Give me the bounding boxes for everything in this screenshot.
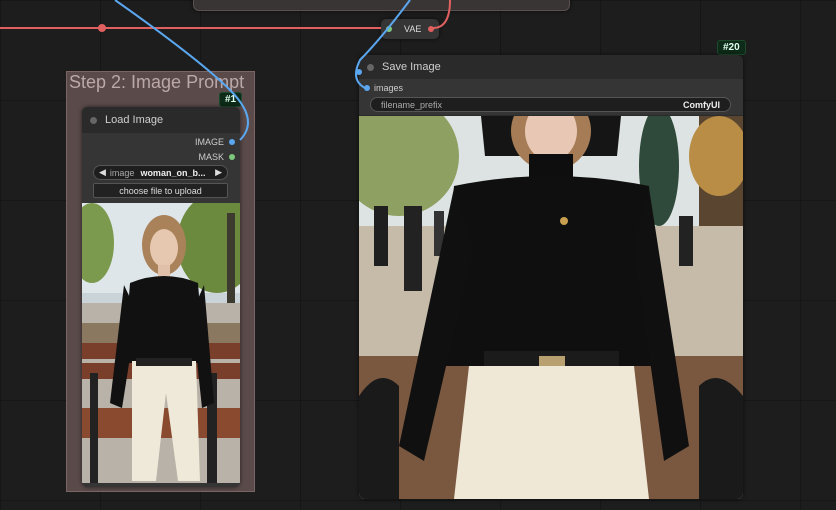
load-image-title: Load Image [105, 114, 164, 126]
images-input-socket[interactable] [364, 85, 370, 91]
combo-prev-arrow[interactable]: ◀ [99, 167, 106, 178]
load-image-title-bar[interactable]: Load Image [82, 107, 240, 133]
filename-prefix-widget[interactable]: filename_prefix ComfyUI [370, 97, 731, 112]
preview-photo-art [82, 203, 240, 483]
save-image-title-bar[interactable]: Save Image [359, 55, 743, 79]
vae-reroute-node[interactable]: VAE [381, 19, 439, 39]
upstream-node [193, 0, 570, 11]
wire-red-midpoint [98, 24, 106, 32]
load-image-node[interactable]: Load Image IMAGE MASK ◀ image woman_on_b… [82, 107, 240, 487]
save-image-node[interactable]: Save Image images filename_prefix ComfyU… [359, 55, 743, 499]
vae-output-socket[interactable] [428, 26, 434, 32]
node-collapse-dot[interactable] [367, 63, 374, 71]
image-combo-widget[interactable]: ◀ image woman_on_b... ▶ [93, 165, 228, 180]
vae-input-socket[interactable] [386, 26, 392, 32]
group-title: Step 2: Image Prompt [69, 72, 245, 92]
output-mask-socket[interactable] [229, 154, 235, 160]
output-photo-art [359, 116, 743, 499]
image-widget-label: image [109, 167, 135, 178]
vae-label: VAE [404, 24, 422, 34]
images-input-label: images [374, 83, 404, 93]
filename-prefix-value: ComfyUI [682, 99, 720, 110]
filename-prefix-label: filename_prefix [381, 99, 443, 110]
node-badge-load-image: #1 [219, 92, 243, 107]
node-badge-save-image: #20 [717, 40, 746, 55]
output-image-label: IMAGE [194, 137, 224, 147]
image-widget-value: woman_on_b... [140, 167, 206, 178]
output-image-socket[interactable] [229, 139, 235, 145]
combo-next-arrow[interactable]: ▶ [215, 167, 222, 178]
output-mask-label: MASK [198, 152, 224, 162]
save-image-title: Save Image [382, 61, 441, 73]
upload-button[interactable]: choose file to upload [93, 183, 228, 198]
save-image-preview [359, 116, 743, 499]
node-collapse-dot[interactable] [90, 116, 97, 124]
load-image-preview [82, 203, 240, 483]
